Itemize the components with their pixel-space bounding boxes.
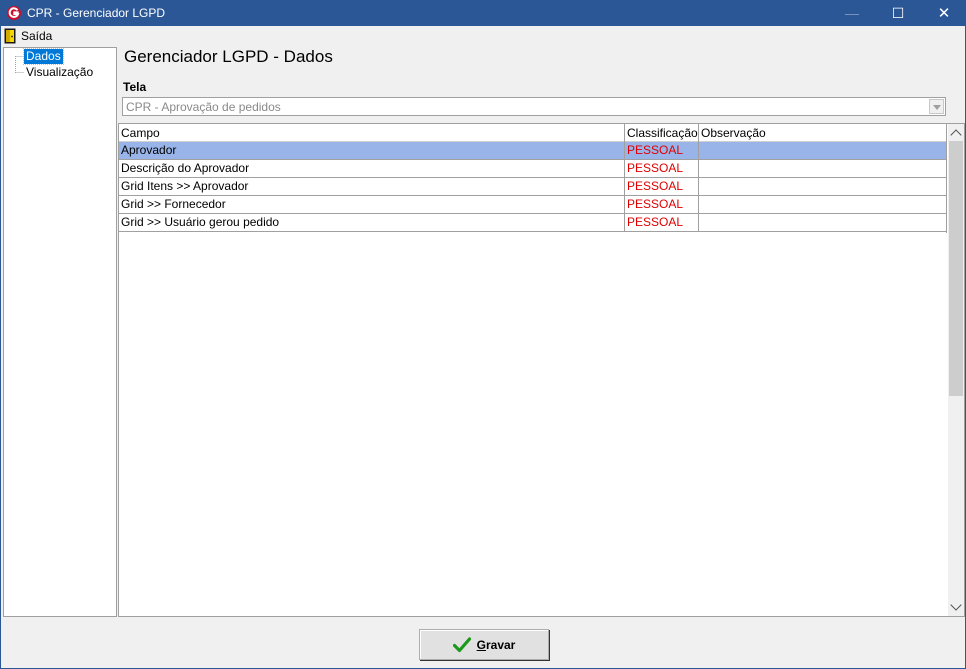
chevron-down-icon [933,105,941,110]
save-button-label: Gravar [477,638,516,652]
cell-classificacao[interactable]: PESSOAL [625,178,699,195]
cell-classificacao[interactable]: PESSOAL [625,142,699,159]
main-window: CPR - Gerenciador LGPD — ☐ ✕ Saída Dados… [0,0,966,669]
table-row[interactable]: Aprovador PESSOAL [119,142,947,160]
navigation-tree: Dados Visualização [3,47,117,617]
column-header-observacao[interactable]: Observação [699,124,947,142]
cell-observacao[interactable] [699,160,947,177]
cell-campo[interactable]: Grid Itens >> Aprovador [119,178,625,195]
save-button[interactable]: Gravar [419,629,549,660]
cell-campo[interactable]: Grid >> Usuário gerou pedido [119,214,625,231]
maximize-icon[interactable]: ☐ [875,1,921,26]
vertical-scrollbar[interactable] [948,124,964,616]
cell-classificacao[interactable]: PESSOAL [625,196,699,213]
close-icon[interactable]: ✕ [921,1,966,26]
title-bar[interactable]: CPR - Gerenciador LGPD — ☐ ✕ [1,1,965,26]
window-title: CPR - Gerenciador LGPD [27,6,166,20]
tree-item-visualizacao[interactable]: Visualização [24,65,95,80]
checkmark-icon [452,636,471,652]
menu-exit-label: Saída [21,29,53,43]
dropdown-button[interactable] [929,99,944,114]
save-mnemonic: G [476,637,486,652]
table-row[interactable]: Grid Itens >> Aprovador PESSOAL [119,178,947,196]
screen-select-value: CPR - Aprovação de pedidos [126,100,281,114]
cell-observacao[interactable] [699,196,947,213]
cell-observacao[interactable] [699,142,947,159]
screen-label: Tela [123,80,147,94]
cell-classificacao[interactable]: PESSOAL [625,214,699,231]
chevron-down-icon [950,599,962,611]
app-logo-icon [7,6,21,20]
cell-observacao[interactable] [699,214,947,231]
menu-exit[interactable]: Saída [4,27,52,45]
table-row[interactable]: Grid >> Fornecedor PESSOAL [119,196,947,214]
cell-observacao[interactable] [699,178,947,195]
column-header-classificacao[interactable]: Classificação [625,124,699,142]
scroll-up-button[interactable] [948,124,964,141]
grid-column-border [946,124,947,233]
table-row[interactable]: Grid >> Usuário gerou pedido PESSOAL [119,214,947,232]
cell-campo[interactable]: Grid >> Fornecedor [119,196,625,213]
minimize-icon[interactable]: — [829,1,875,26]
data-grid[interactable]: Campo Classificação Observação Aprovador… [118,123,965,617]
grid-header: Campo Classificação Observação [119,124,947,142]
exit-door-icon [4,28,16,44]
save-label-rest: ravar [485,637,516,652]
page-title: Gerenciador LGPD - Dados [124,47,333,66]
scroll-down-button[interactable] [948,599,964,616]
cell-campo[interactable]: Aprovador [119,142,625,159]
screen-select[interactable]: CPR - Aprovação de pedidos [122,97,946,116]
cell-classificacao[interactable]: PESSOAL [625,160,699,177]
cell-campo[interactable]: Descrição do Aprovador [119,160,625,177]
tree-item-dados[interactable]: Dados [23,48,64,65]
column-header-campo[interactable]: Campo [119,124,625,142]
menu-bar: Saída [1,26,965,46]
chevron-up-icon [950,129,962,141]
scrollbar-thumb[interactable] [949,141,963,396]
table-row[interactable]: Descrição do Aprovador PESSOAL [119,160,947,178]
